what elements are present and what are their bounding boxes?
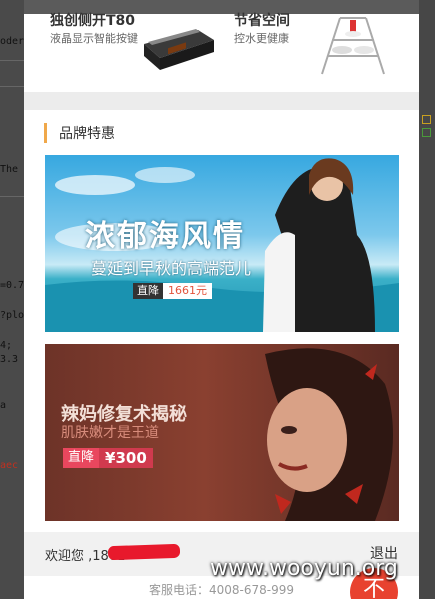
section-accent-bar (44, 123, 47, 143)
banner-subtitle: 蔓延到早秋的高端范儿 (91, 259, 252, 278)
background-window-right (419, 0, 435, 599)
background-window: oder The =0.7 ?plo 4; 3.3 a aec (0, 0, 24, 599)
background-icon (422, 115, 431, 124)
promo-subtitle: 控水更健康 (234, 32, 289, 45)
background-snippet: The (0, 164, 19, 175)
price-tag: 直降 ¥300 (63, 448, 153, 468)
grill-product-image[interactable] (138, 22, 216, 74)
promo-title[interactable]: 独创侧开T80 (50, 10, 135, 30)
banner-subtitle: 肌肤嫩才是王道 (61, 425, 159, 441)
price-label: 直降 (133, 283, 163, 299)
section-header: 品牌特惠 (44, 122, 115, 144)
background-snippet: a (0, 400, 7, 411)
banner-title: 浓郁海风情 (85, 219, 245, 254)
background-snippet: ?plo (0, 310, 24, 321)
banner-sea-style[interactable]: 浓郁海风情 蔓延到早秋的高端范儿 直降 1661元 (45, 155, 399, 332)
price-value: 1661元 (163, 283, 212, 299)
promo-row: 独创侧开T80 液晶显示智能按键 节省空间 控水更健康 (24, 0, 419, 92)
banner-beauty[interactable]: 辣妈修复术揭秘 肌肤嫩才是王道 直降 ¥300 (45, 344, 399, 521)
price-label: 直降 (63, 448, 100, 468)
background-snippet: oder (0, 36, 24, 47)
background-divider (0, 60, 24, 61)
dish-rack-product-image[interactable] (310, 10, 396, 82)
background-icon (422, 128, 431, 137)
section-separator (24, 92, 419, 110)
background-divider (0, 196, 24, 197)
promo-title[interactable]: 节省空间 (234, 10, 290, 30)
price-value: ¥300 (99, 448, 153, 468)
promo-subtitle: 液晶显示智能按键 (50, 32, 138, 45)
background-snippet: =0.7 (0, 280, 24, 291)
watermark: www.wooyun.org (210, 556, 398, 581)
price-tag: 直降 1661元 (133, 283, 212, 299)
hotline-text: 客服电话：4008-678-999 (148, 583, 294, 597)
phone-screen: 独创侧开T80 液晶显示智能按键 节省空间 控水更健康 品牌特惠 浓郁海风情 蔓… (24, 0, 419, 599)
background-snippet: aec (0, 460, 19, 471)
redaction-mark (107, 543, 181, 561)
section-title: 品牌特惠 (59, 126, 115, 142)
background-snippet: 4; (0, 340, 13, 351)
background-snippet: 3.3 (0, 354, 19, 365)
background-divider (0, 86, 24, 87)
